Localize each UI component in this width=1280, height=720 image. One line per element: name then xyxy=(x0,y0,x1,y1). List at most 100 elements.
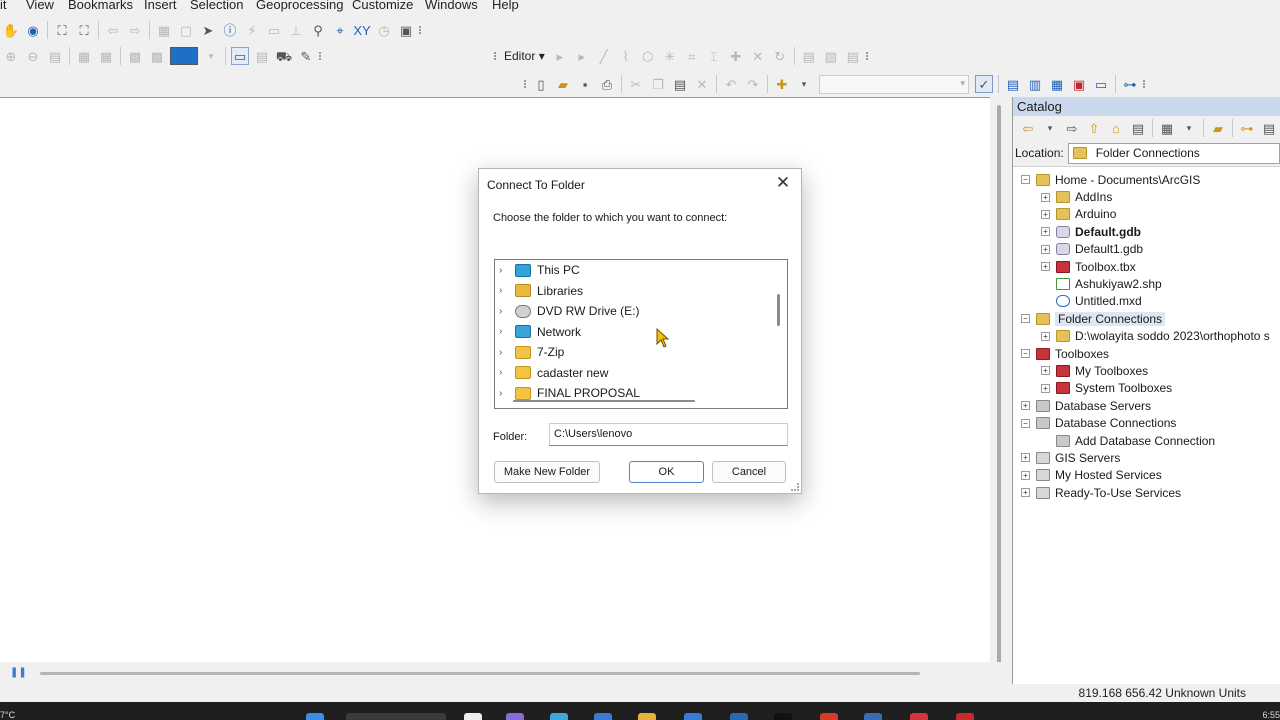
focus-data-frame-icon[interactable]: ▤ xyxy=(253,47,271,65)
catalog-tree-item[interactable]: + Arduino xyxy=(1013,206,1280,223)
identify-icon[interactable]: ⓘ xyxy=(221,21,239,39)
taskbar-app-icon[interactable] xyxy=(730,713,748,720)
menu-item-bookmarks[interactable]: Bookmarks xyxy=(68,0,133,12)
zoom-whole-page-icon[interactable]: ▦ xyxy=(75,47,93,65)
catalog-tree-item[interactable]: + GIS Servers xyxy=(1013,449,1280,466)
catalog-tree-item[interactable]: + My Hosted Services xyxy=(1013,467,1280,484)
catalog-tree-item[interactable]: + AddIns xyxy=(1013,188,1280,205)
edge-icon[interactable] xyxy=(550,713,568,720)
measure-icon[interactable]: ⊥ xyxy=(287,21,305,39)
edit-tool-icon[interactable]: ▸ xyxy=(551,47,569,65)
collapse-icon[interactable]: − xyxy=(1021,175,1030,185)
close-icon[interactable]: ✕ xyxy=(773,173,793,193)
menu-item-edit[interactable]: it xyxy=(0,0,7,12)
save-icon[interactable]: ▪ xyxy=(576,75,594,93)
menu-item-windows[interactable]: Windows xyxy=(425,0,478,12)
arcmap-taskbar-icon[interactable] xyxy=(864,713,882,720)
folder-tree-horizontal-scrollbar[interactable] xyxy=(513,400,695,402)
start-icon[interactable] xyxy=(306,713,324,720)
chevron-right-icon[interactable]: › xyxy=(499,326,509,337)
catalog-tree-item[interactable]: Add Database Connection xyxy=(1013,432,1280,449)
pause-drawing-icon[interactable]: ❚❚ xyxy=(10,667,27,678)
taskbar-search[interactable] xyxy=(346,713,446,720)
change-layout-icon[interactable]: ⛟ xyxy=(275,47,293,65)
collapse-icon[interactable]: − xyxy=(1021,314,1030,324)
fixed-zoom-icon[interactable]: ⛶ xyxy=(75,21,93,39)
taskbar-app-icon[interactable] xyxy=(910,713,928,720)
forward-icon[interactable]: ⇨ xyxy=(126,21,144,39)
search-window-icon[interactable]: ▦ xyxy=(1048,75,1066,93)
task-view-icon[interactable] xyxy=(464,713,482,720)
globe-icon[interactable]: ◉ xyxy=(24,21,42,39)
menu-item-geoprocessing[interactable]: Geoprocessing xyxy=(256,0,343,12)
taskbar-app-icon[interactable] xyxy=(506,713,524,720)
taskbar-app-icon[interactable] xyxy=(594,713,612,720)
rotate-icon[interactable]: ✕ xyxy=(749,47,767,65)
expand-icon[interactable]: + xyxy=(1041,262,1050,272)
chevron-right-icon[interactable]: › xyxy=(499,388,509,399)
expand-icon[interactable]: + xyxy=(1041,331,1050,341)
edit-annotation-icon[interactable]: ▸ xyxy=(573,47,591,65)
catalog-tree-item[interactable]: + My Toolboxes xyxy=(1013,362,1280,379)
toolbar-grip[interactable] xyxy=(494,52,500,60)
taskbar-app-icon[interactable] xyxy=(820,713,838,720)
menu-item-selection[interactable]: Selection xyxy=(190,0,243,12)
paste-icon[interactable]: ▤ xyxy=(671,75,689,93)
cut-polygons-icon[interactable]: ⌶ xyxy=(705,47,723,65)
catalog-tree-item[interactable]: + Toolbox.tbx xyxy=(1013,258,1280,275)
viewer-icon[interactable]: ▣ xyxy=(397,21,415,39)
new-document-icon[interactable]: ▯ xyxy=(532,75,550,93)
menu-item-help[interactable]: Help xyxy=(492,0,519,12)
map-scale-combo[interactable]: ▾ xyxy=(819,74,969,94)
hyperlink-icon[interactable]: ⚡ xyxy=(243,21,261,39)
connect-to-folder-icon[interactable]: ▰ xyxy=(1209,119,1227,137)
map-vertical-scrollbar[interactable] xyxy=(990,97,1010,695)
catalog-tree-item[interactable]: + System Toolboxes xyxy=(1013,380,1280,397)
toolbar-grip[interactable] xyxy=(1143,80,1149,88)
map-horizontal-scrollbar[interactable] xyxy=(40,672,920,675)
find-icon[interactable]: ⚲ xyxy=(309,21,327,39)
taskbar-app-icon[interactable] xyxy=(774,713,792,720)
zoom-in-layout-icon[interactable]: ⊕ xyxy=(2,47,20,65)
scrollbar-thumb[interactable] xyxy=(997,105,1001,695)
up-one-level-icon[interactable]: ⇧ xyxy=(1085,119,1103,137)
views-icon[interactable]: ▦ xyxy=(1158,119,1176,137)
delete-icon[interactable]: ✕ xyxy=(693,75,711,93)
clear-selection-icon[interactable]: ▢ xyxy=(177,21,195,39)
catalog-tree-item[interactable]: + Ready-To-Use Services xyxy=(1013,484,1280,501)
open-icon[interactable]: ▰ xyxy=(554,75,572,93)
folder-path-input[interactable]: C:\Users\lenovo xyxy=(549,423,788,446)
full-extent-icon[interactable]: ⛶ xyxy=(53,21,71,39)
toggle-draft-icon[interactable]: ▭ xyxy=(231,47,249,65)
options-icon[interactable]: ▤ xyxy=(1260,119,1278,137)
expand-icon[interactable]: + xyxy=(1021,401,1030,411)
go-to-xy-icon[interactable]: XY xyxy=(353,21,371,39)
expand-icon[interactable]: + xyxy=(1041,209,1050,219)
folder-tree-item[interactable]: › cadaster new xyxy=(495,363,608,383)
back-dropdown-icon[interactable]: ▾ xyxy=(1041,119,1059,137)
views-dropdown-icon[interactable]: ▾ xyxy=(1180,119,1198,137)
split-icon[interactable]: ✚ xyxy=(727,47,745,65)
find-route-icon[interactable]: ⌖ xyxy=(331,21,349,39)
back-icon[interactable]: ⇦ xyxy=(104,21,122,39)
folder-tree[interactable]: › FINAL PROPOSAL › cadaster new › 7-Zip › Netwo… xyxy=(494,259,788,409)
editor-menu[interactable]: Editor ▾ xyxy=(504,49,545,63)
cancel-button[interactable]: Cancel xyxy=(712,461,786,483)
table-of-contents-icon[interactable]: ▤ xyxy=(1004,75,1022,93)
editor-toolbar-icon[interactable]: ✓ xyxy=(975,75,993,93)
dropdown-arrow-icon[interactable]: ▾ xyxy=(202,47,220,65)
catalog-tree-item[interactable]: Untitled.mxd xyxy=(1013,293,1280,310)
chevron-right-icon[interactable]: › xyxy=(499,367,509,378)
toolbar-grip[interactable] xyxy=(319,52,325,60)
toolbar-grip[interactable] xyxy=(865,52,872,60)
pan-icon[interactable]: ✋ xyxy=(2,21,20,39)
zoom-out-layout-icon[interactable]: ⊖ xyxy=(24,47,42,65)
catalog-tree-item[interactable]: + D:\wolayita soddo 2023\orthophoto s xyxy=(1013,328,1280,345)
catalog-tree-item[interactable]: − Folder Connections xyxy=(1013,310,1280,327)
select-elements-icon[interactable]: ➤ xyxy=(199,21,217,39)
expand-icon[interactable]: + xyxy=(1041,227,1050,237)
folder-tree-item[interactable]: › DVD RW Drive (E:) xyxy=(495,301,639,321)
time-slider-icon[interactable]: ◷ xyxy=(375,21,393,39)
taskbar-app-icon[interactable] xyxy=(956,713,974,720)
chevron-right-icon[interactable]: › xyxy=(499,306,509,317)
